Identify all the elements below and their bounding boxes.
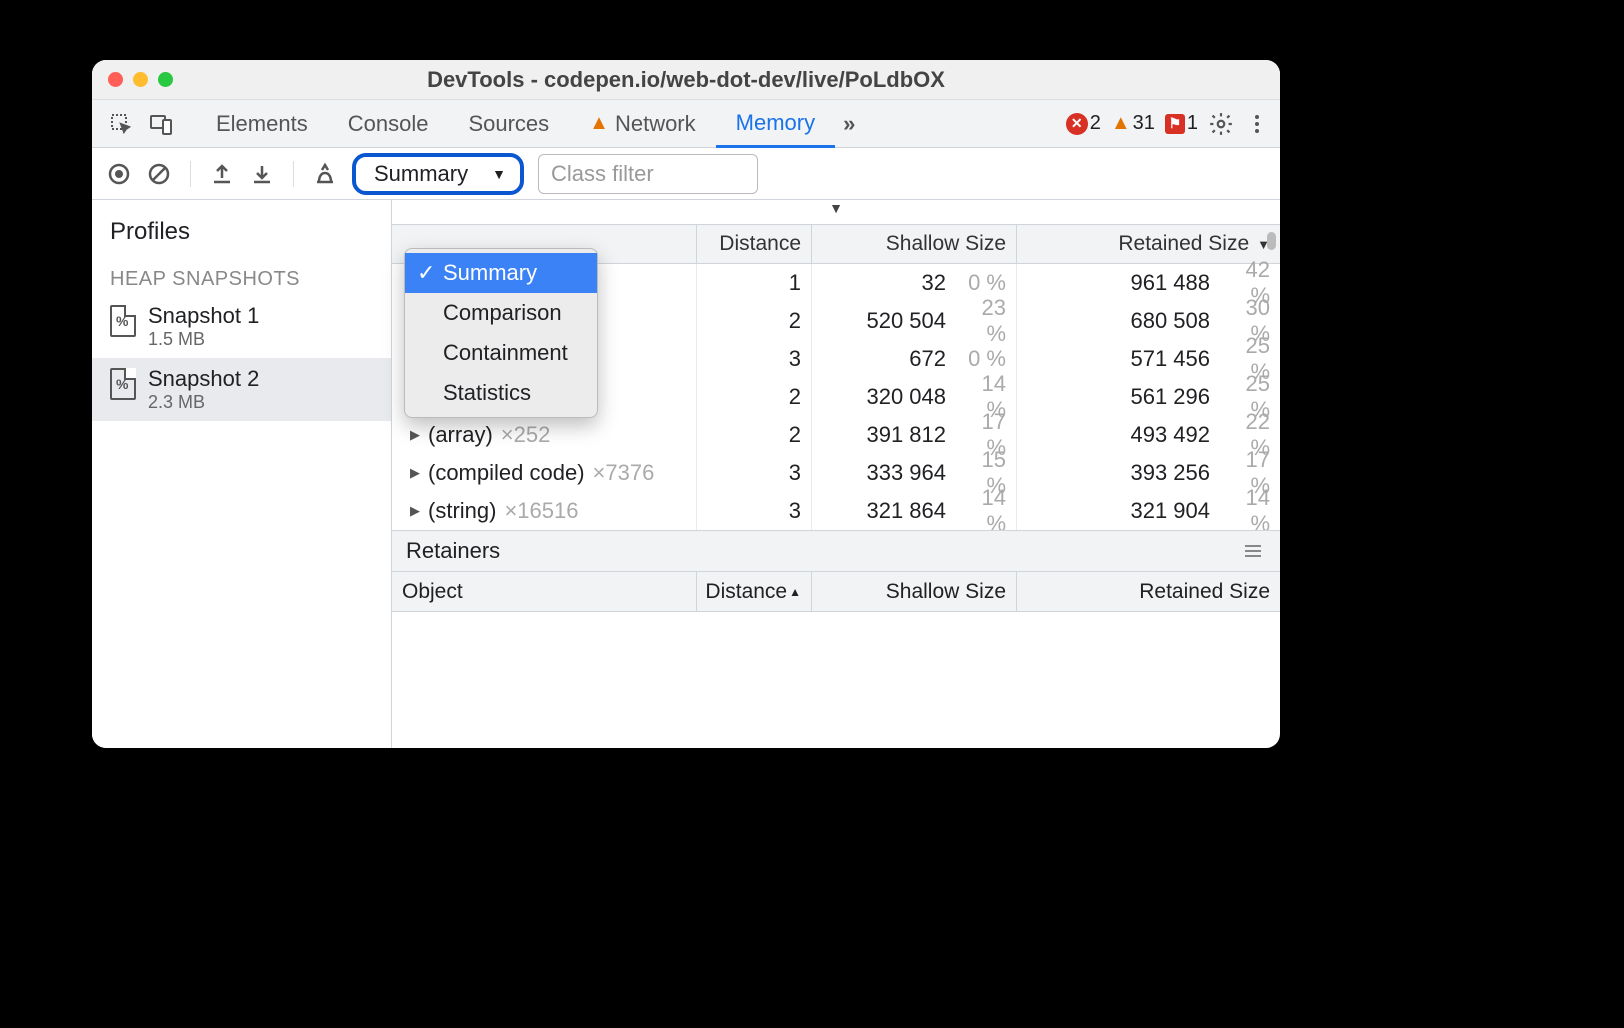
- tab-elements[interactable]: Elements: [196, 100, 328, 148]
- view-mode-select[interactable]: Summary ▼: [352, 153, 524, 195]
- separator: [190, 161, 191, 187]
- tab-console[interactable]: Console: [328, 100, 449, 148]
- view-mode-label: Summary: [374, 161, 468, 187]
- table-row[interactable]: ▶(compiled code)×7376 3 333 96415 % 393 …: [392, 454, 1280, 492]
- kebab-menu-icon[interactable]: [1244, 111, 1270, 137]
- minimize-window-button[interactable]: [133, 72, 148, 87]
- class-filter-input[interactable]: Class filter: [538, 154, 758, 194]
- sidebar-section-heap: HEAP SNAPSHOTS: [92, 256, 391, 295]
- tab-sources[interactable]: Sources: [448, 100, 569, 148]
- settings-icon[interactable]: [1208, 111, 1234, 137]
- snapshot-item-2[interactable]: Snapshot 2 2.3 MB: [92, 358, 391, 421]
- sidebar-title: Profiles: [92, 208, 391, 256]
- retainers-menu-icon[interactable]: [1240, 538, 1266, 564]
- snapshot-item-1[interactable]: Snapshot 1 1.5 MB: [92, 295, 391, 358]
- tab-network[interactable]: ▲ Network: [569, 100, 715, 148]
- col-distance[interactable]: Distance▲: [697, 572, 812, 611]
- dropdown-item-statistics[interactable]: Statistics: [405, 373, 597, 413]
- titlebar: DevTools - codepen.io/web-dot-dev/live/P…: [92, 60, 1280, 100]
- snapshot-file-icon: [110, 305, 136, 337]
- memory-toolbar: Summary ▼ Class filter: [92, 148, 1280, 200]
- export-icon[interactable]: [209, 161, 235, 187]
- snapshot-name: Snapshot 2: [148, 366, 259, 392]
- filter-placeholder: Class filter: [551, 161, 654, 187]
- snapshot-size: 1.5 MB: [148, 329, 259, 350]
- scrollbar-thumb[interactable]: [1267, 232, 1276, 250]
- sort-asc-icon: ▲: [789, 585, 801, 599]
- maximize-window-button[interactable]: [158, 72, 173, 87]
- disclosure-triangle-icon[interactable]: ▶: [410, 465, 420, 481]
- snapshot-name: Snapshot 1: [148, 303, 259, 329]
- col-retained[interactable]: Retained Size: [1017, 572, 1280, 611]
- panel-tabbar: Elements Console Sources ▲ Network Memor…: [92, 100, 1280, 148]
- clear-icon[interactable]: [146, 161, 172, 187]
- disclosure-triangle-icon[interactable]: ▶: [410, 427, 420, 443]
- chevron-down-icon: ▼: [492, 166, 506, 182]
- traffic-lights: [108, 72, 173, 87]
- warning-icon: ▲: [589, 112, 609, 135]
- retainers-header: Retainers: [392, 530, 1280, 572]
- dropdown-item-containment[interactable]: Containment: [405, 333, 597, 373]
- issues-counter[interactable]: ⚑ 1: [1165, 112, 1198, 135]
- col-object[interactable]: Object: [392, 572, 697, 611]
- table-row[interactable]: ▶(string)×16516 3 321 86414 % 321 90414 …: [392, 492, 1280, 530]
- snapshot-file-icon: [110, 368, 136, 400]
- profiles-sidebar: Profiles HEAP SNAPSHOTS Snapshot 1 1.5 M…: [92, 200, 392, 748]
- window-title: DevTools - codepen.io/web-dot-dev/live/P…: [92, 67, 1280, 93]
- error-counter[interactable]: ✕ 2: [1066, 112, 1101, 135]
- collect-garbage-icon[interactable]: [312, 161, 338, 187]
- retainers-empty: [392, 612, 1280, 748]
- table-row[interactable]: ▶(array)×252 2 391 81217 % 493 49222 %: [392, 416, 1280, 454]
- col-shallow[interactable]: Shallow Size: [812, 572, 1017, 611]
- retainers-table-header: Object Distance▲ Shallow Size Retained S…: [392, 572, 1280, 612]
- record-icon[interactable]: [106, 161, 132, 187]
- error-icon: ✕: [1066, 113, 1088, 135]
- dropdown-item-comparison[interactable]: Comparison: [405, 293, 597, 333]
- device-toolbar-icon[interactable]: [148, 111, 174, 137]
- warning-icon: ▲: [1111, 112, 1131, 135]
- dropdown-item-summary[interactable]: Summary: [405, 253, 597, 293]
- devtools-window: DevTools - codepen.io/web-dot-dev/live/P…: [92, 60, 1280, 748]
- inspect-element-icon[interactable]: [108, 111, 134, 137]
- import-icon[interactable]: [249, 161, 275, 187]
- object-filter-chevron[interactable]: ▼: [392, 200, 1280, 224]
- view-mode-dropdown: Summary Comparison Containment Statistic…: [404, 248, 598, 418]
- tab-memory[interactable]: Memory: [716, 100, 835, 148]
- separator: [293, 161, 294, 187]
- col-shallow[interactable]: Shallow Size: [812, 225, 1017, 263]
- col-distance[interactable]: Distance: [697, 225, 812, 263]
- retainers-title: Retainers: [406, 538, 500, 564]
- warning-counter[interactable]: ▲ 31: [1111, 112, 1155, 135]
- disclosure-triangle-icon[interactable]: ▶: [410, 503, 420, 519]
- issue-icon: ⚑: [1165, 114, 1185, 134]
- snapshot-size: 2.3 MB: [148, 392, 259, 413]
- close-window-button[interactable]: [108, 72, 123, 87]
- more-tabs-button[interactable]: »: [835, 100, 863, 148]
